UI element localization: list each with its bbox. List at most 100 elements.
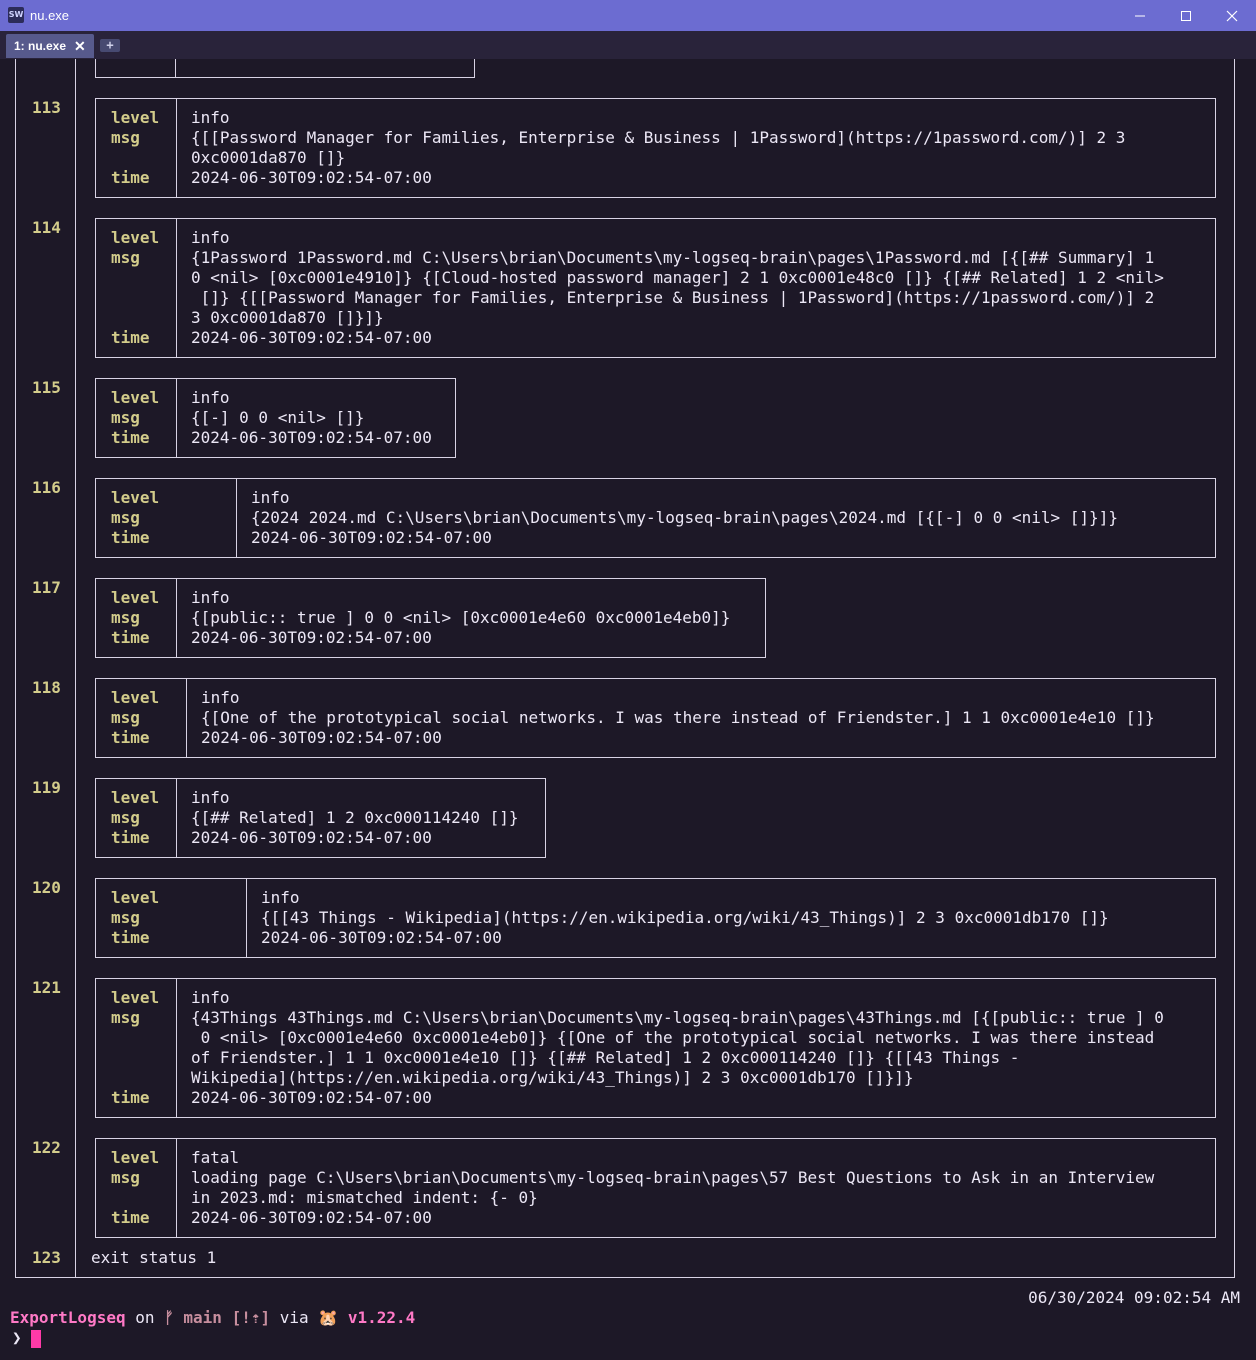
- key-level: level: [111, 228, 160, 247]
- record-keys-column: level msg time: [96, 1139, 177, 1237]
- record-table: level msg time info {[[Password Manager for …: [95, 98, 1216, 198]
- row-index: 113: [32, 98, 61, 117]
- value-msg-line: {43Things 43Things.md C:\Users\brian\Doc…: [191, 1008, 1164, 1027]
- prompt-line: ExportLogseq on ᚠ main [!⇡] via 🐹 v1.22.…: [10, 1308, 415, 1328]
- value-time: 2024-06-30T09:02:54-07:00: [191, 328, 432, 347]
- prompt-on: on: [135, 1308, 155, 1327]
- go-version: v1.22.4: [347, 1308, 416, 1327]
- key-time: time: [111, 1208, 150, 1227]
- close-icon: [1226, 10, 1238, 21]
- tab-nu-exe[interactable]: 1: nu.exe ✕: [6, 34, 94, 58]
- key-msg: msg: [111, 408, 140, 427]
- value-msg-line: Wikipedia](https://en.wikipedia.org/wiki…: [191, 1068, 914, 1087]
- value-level: info: [191, 388, 230, 407]
- record-table: level msg time info {[public:: true ] 0 0 <n…: [95, 578, 766, 658]
- tab-close-icon[interactable]: ✕: [74, 34, 86, 58]
- close-window-button[interactable]: [1209, 0, 1255, 31]
- terminal-output[interactable]: 113 level msg time info {[[Password Manager f…: [0, 59, 1256, 1360]
- value-msg-line: 0xc0001da870 []}: [191, 148, 346, 167]
- key-time: time: [111, 1088, 150, 1107]
- value-msg-line: {1Password 1Password.md C:\Users\brian\D…: [191, 248, 1155, 267]
- prompt-via: via: [279, 1308, 309, 1327]
- row-index: 123: [32, 1248, 61, 1267]
- key-time: time: [111, 168, 150, 187]
- value-msg-line: {[[43 Things - Wikipedia](https://en.wik…: [261, 908, 1109, 927]
- table-index-divider: [75, 59, 76, 1278]
- prompt-directory: ExportLogseq: [10, 1308, 126, 1327]
- value-msg-line: 0 <nil> [0xc0001e4e60 0xc0001e4eb0]} {[O…: [191, 1028, 1155, 1047]
- key-time: time: [111, 728, 150, 747]
- value-msg-line: {[## Related] 1 2 0xc000114240 []}: [191, 808, 519, 827]
- key-time: time: [111, 328, 150, 347]
- record-table: level msg time info {1Password 1Password.md …: [95, 218, 1216, 358]
- record-keys-column: level msg time: [96, 99, 177, 197]
- text-cursor[interactable]: [31, 1330, 41, 1348]
- maximize-icon: [1181, 10, 1191, 21]
- record-keys-column: level msg time: [96, 879, 247, 957]
- key-level: level: [111, 488, 160, 507]
- key-msg: msg: [111, 708, 140, 727]
- record-keys-column: level msg time: [96, 679, 187, 757]
- row-index: 116: [32, 478, 61, 497]
- prompt-clock: 06/30/2024 09:02:54 AM: [1028, 1288, 1240, 1307]
- value-level: info: [191, 988, 230, 1007]
- record-table: level msg time info {[-] 0 0 <nil> []} 2024-0…: [95, 378, 456, 458]
- row-index: 122: [32, 1138, 61, 1157]
- key-level: level: [111, 788, 160, 807]
- value-msg-line: of Friendster.] 1 1 0xc0001e4e10 []} {[#…: [191, 1048, 1020, 1067]
- maximize-button[interactable]: [1163, 0, 1209, 31]
- tab-bar: 1: nu.exe ✕ +: [0, 31, 1256, 59]
- value-msg-line: 0 <nil> [0xc0001e4910]} {[Cloud-hosted p…: [191, 268, 1164, 287]
- title-bar: SW nu.exe: [0, 0, 1256, 31]
- table-border-bottom: [15, 1277, 1235, 1278]
- prev-record-divider: [175, 59, 176, 78]
- value-time: 2024-06-30T09:02:54-07:00: [191, 428, 432, 447]
- minimize-button[interactable]: [1117, 0, 1163, 31]
- key-msg: msg: [111, 908, 140, 927]
- value-time: 2024-06-30T09:02:54-07:00: [191, 1208, 432, 1227]
- record-keys-column: level msg time: [96, 779, 177, 857]
- key-time: time: [111, 928, 150, 947]
- value-msg-line: {[[Password Manager for Families, Enterp…: [191, 128, 1126, 147]
- value-level: info: [201, 688, 240, 707]
- record-keys-column: level msg time: [96, 219, 177, 357]
- record-keys-column: level msg time: [96, 979, 177, 1117]
- key-time: time: [111, 428, 150, 447]
- record-table: level msg time info {[One of the prototypica…: [95, 678, 1216, 758]
- record-keys-column: level msg time: [96, 379, 177, 457]
- value-level: info: [191, 228, 230, 247]
- row-index: 114: [32, 218, 61, 237]
- value-level: info: [191, 588, 230, 607]
- key-level: level: [111, 1148, 160, 1167]
- record-table: level msg time info {43Things 43Things.md C:…: [95, 978, 1216, 1118]
- value-msg-line: loading page C:\Users\brian\Documents\my…: [191, 1168, 1155, 1187]
- row-index: 115: [32, 378, 61, 397]
- app-icon: SW: [8, 7, 24, 23]
- value-time: 2024-06-30T09:02:54-07:00: [191, 1088, 432, 1107]
- value-time: 2024-06-30T09:02:54-07:00: [191, 828, 432, 847]
- key-level: level: [111, 988, 160, 1007]
- value-level: info: [191, 108, 230, 127]
- new-tab-button[interactable]: +: [100, 39, 120, 52]
- go-gopher-icon: 🐹: [318, 1308, 339, 1327]
- key-msg: msg: [111, 808, 140, 827]
- value-msg-line: {[-] 0 0 <nil> []}: [191, 408, 365, 427]
- value-time: 2024-06-30T09:02:54-07:00: [191, 628, 432, 647]
- value-msg-line: {2024 2024.md C:\Users\brian\Documents\m…: [251, 508, 1118, 527]
- key-level: level: [111, 888, 160, 907]
- value-msg-line: []} {[[Password Manager for Families, En…: [191, 288, 1155, 307]
- window-title: nu.exe: [30, 8, 70, 23]
- git-branch-icon: ᚠ: [164, 1308, 174, 1327]
- row-index: 118: [32, 678, 61, 697]
- table-border-left: [15, 59, 16, 1278]
- record-table: level msg time info {2024 2024.md C:\Users\b…: [95, 478, 1216, 558]
- tab-label: 1: nu.exe: [14, 39, 67, 53]
- exit-status: exit status 1: [91, 1248, 217, 1267]
- key-msg: msg: [111, 128, 140, 147]
- record-table: level msg time info {[[43 Things - Wikipedia…: [95, 878, 1216, 958]
- key-msg: msg: [111, 1008, 140, 1027]
- value-time: 2024-06-30T09:02:54-07:00: [201, 728, 442, 747]
- key-time: time: [111, 828, 150, 847]
- key-level: level: [111, 388, 160, 407]
- value-msg-line: {[One of the prototypical social network…: [201, 708, 1155, 727]
